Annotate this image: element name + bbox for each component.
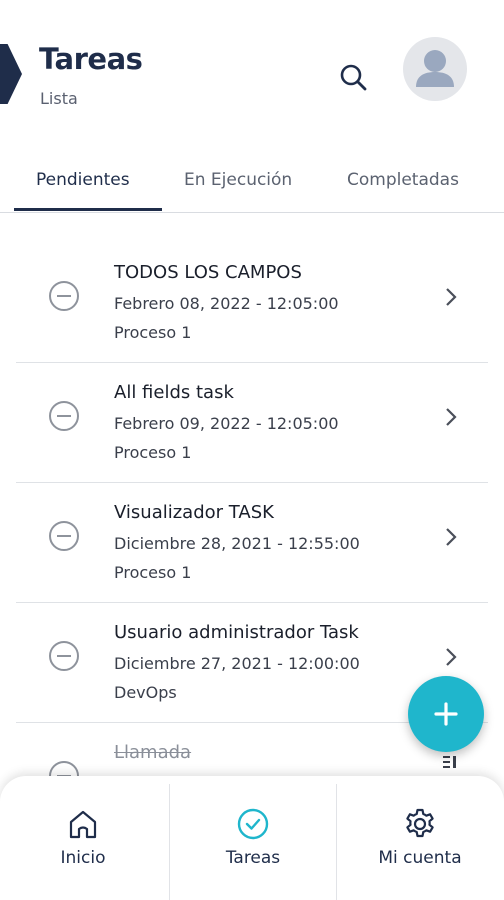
minus-circle-icon [49, 521, 79, 551]
nav-tareas[interactable]: Tareas [170, 776, 336, 900]
task-date: Diciembre 27, 2021 - 12:00:00 [114, 654, 360, 673]
bottom-navigation: Inicio Tareas Mi cuenta [0, 776, 504, 900]
back-tab-shape[interactable] [0, 44, 22, 104]
task-title: All fields task [114, 382, 234, 403]
nav-label: Mi cuenta [378, 848, 462, 868]
tab-pendientes[interactable]: Pendientes [36, 170, 130, 190]
task-item[interactable]: TODOS LOS CAMPOS Febrero 08, 2022 - 12:0… [16, 242, 488, 363]
active-tab-indicator [14, 208, 162, 211]
tab-en-ejecucion[interactable]: En Ejecución [184, 170, 292, 190]
task-title: TODOS LOS CAMPOS [114, 262, 302, 283]
user-icon [416, 50, 454, 87]
home-icon [69, 810, 97, 839]
task-date: Diciembre 28, 2021 - 12:55:00 [114, 534, 360, 553]
chevron-right-icon [446, 288, 457, 306]
plus-icon [434, 702, 458, 726]
add-task-button[interactable] [408, 676, 484, 752]
task-title: Llamada [114, 742, 192, 763]
task-item[interactable]: Visualizador TASK Diciembre 28, 2021 - 1… [16, 482, 488, 603]
page-subtitle: Lista [40, 89, 78, 108]
chevron-right-icon [446, 648, 457, 666]
minus-circle-icon [49, 401, 79, 431]
list-icon [443, 756, 456, 768]
task-process: Proceso 1 [114, 323, 192, 342]
task-process: Proceso 1 [114, 443, 192, 462]
avatar[interactable] [403, 37, 467, 101]
chevron-right-icon [446, 408, 457, 426]
task-title: Visualizador TASK [114, 502, 274, 523]
page-title: Tareas [39, 42, 143, 76]
search-icon[interactable] [336, 60, 370, 94]
nav-inicio[interactable]: Inicio [0, 776, 166, 900]
nav-label: Inicio [60, 848, 106, 868]
task-process: Proceso 1 [114, 563, 192, 582]
task-process: DevOps [114, 683, 177, 702]
nav-mi-cuenta[interactable]: Mi cuenta [337, 776, 503, 900]
chevron-right-icon [446, 528, 457, 546]
task-date: Febrero 09, 2022 - 12:05:00 [114, 414, 339, 433]
minus-circle-icon [49, 281, 79, 311]
nav-label: Tareas [225, 848, 281, 868]
check-circle-icon [237, 808, 269, 840]
minus-circle-icon [49, 641, 79, 671]
task-item[interactable]: All fields task Febrero 09, 2022 - 12:05… [16, 362, 488, 483]
task-title: Usuario administrador Task [114, 622, 359, 643]
gear-icon [406, 808, 434, 838]
tab-completadas[interactable]: Completadas [347, 170, 459, 190]
tab-bar: Pendientes En Ejecución Completadas [0, 150, 504, 213]
task-date: Febrero 08, 2022 - 12:05:00 [114, 294, 339, 313]
